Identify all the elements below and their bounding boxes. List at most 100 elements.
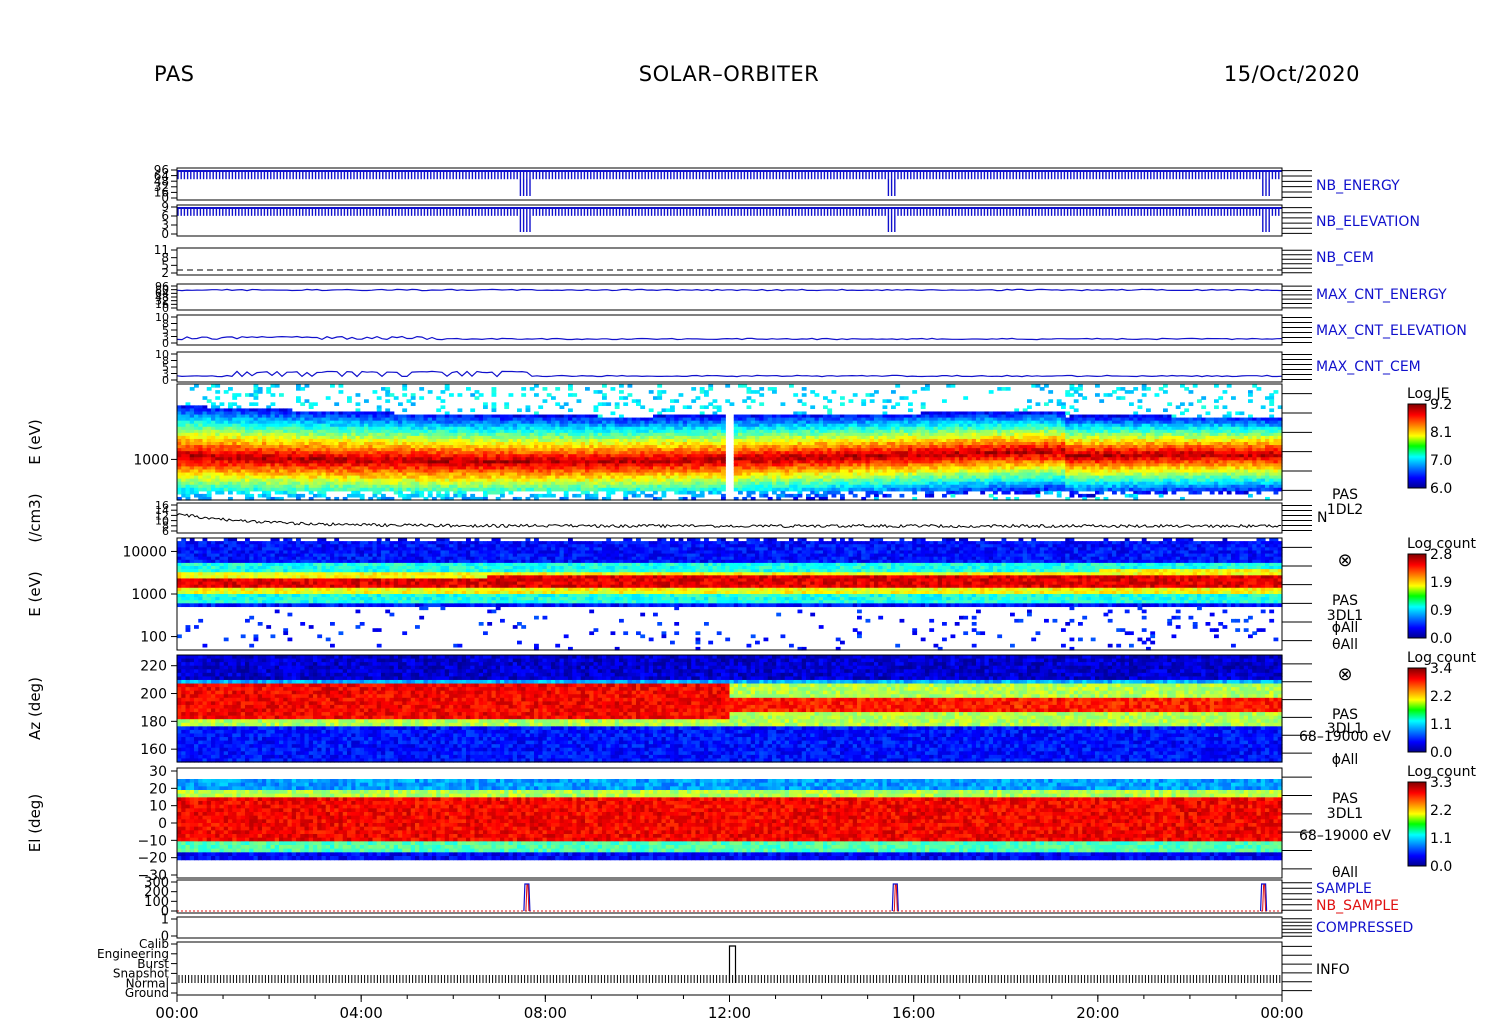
- heatmap-cell: [517, 408, 522, 413]
- heatmap-cell: [300, 402, 306, 406]
- heatmap-cell: [270, 384, 276, 388]
- heatmap-cell: [512, 487, 518, 492]
- heatmap-cell: [364, 399, 369, 403]
- heatmap-cell: [593, 408, 599, 413]
- heatmap-cell: [304, 399, 310, 403]
- heatmap-cell: [508, 393, 514, 397]
- heatmap-cell: [755, 487, 760, 492]
- heatmap-cell: [886, 399, 892, 403]
- heatmap-cell: [406, 487, 412, 492]
- heatmap-cell: [848, 399, 854, 403]
- heatmap-cell: [223, 487, 229, 492]
- heatmap-cell: [784, 493, 790, 498]
- heatmap-cell: [449, 487, 454, 492]
- heatmap-cell: [347, 493, 352, 498]
- heatmap-cell: [296, 487, 301, 492]
- heatmap-cell: [750, 490, 756, 495]
- heatmap-cell: [865, 493, 871, 498]
- heatmap-cell: [665, 408, 671, 413]
- heatmap-cell: [236, 393, 242, 397]
- heatmap-cell: [308, 490, 314, 495]
- summary-plot: Log JE9.28.17.06.0Log count2.81.90.90.0L…: [26, 163, 1476, 1020]
- heatmap-cell: [704, 393, 709, 397]
- heatmap-cell: [767, 487, 773, 492]
- heatmap-cell: [882, 493, 888, 498]
- heatmap-cell: [440, 399, 446, 403]
- heatmap-cell: [262, 493, 267, 498]
- heatmap-cell: [189, 490, 195, 495]
- heatmap-cell: [483, 405, 488, 410]
- heatmap-cell: [848, 490, 854, 495]
- heatmap-cell: [670, 408, 675, 413]
- heatmap-cell: [410, 493, 416, 498]
- heatmap-cell: [886, 493, 892, 498]
- heatmap-cell: [274, 384, 280, 388]
- heatmap-cell: [823, 396, 828, 400]
- heatmap-cell: [415, 493, 420, 498]
- heatmap-cell: [712, 399, 718, 403]
- heatmap-cell: [899, 493, 905, 498]
- heatmap-cell: [912, 390, 918, 394]
- heatmap-cell: [283, 490, 289, 495]
- heatmap-cell: [342, 487, 348, 492]
- heatmap-cell: [436, 493, 442, 498]
- heatmap-cell: [593, 390, 599, 394]
- heatmap-cell: [249, 393, 255, 397]
- heatmap-cell: [325, 396, 331, 400]
- heatmap-cell: [801, 387, 807, 391]
- heatmap-cell: [398, 402, 403, 406]
- heatmap-cell: [249, 487, 255, 492]
- heatmap-cell: [338, 384, 344, 388]
- heatmap-cell: [215, 490, 221, 495]
- heatmap-cell: [695, 493, 701, 498]
- heatmap-cell: [274, 490, 280, 495]
- heatmap-cell: [895, 402, 901, 406]
- heatmap-cell: [716, 408, 722, 413]
- heatmap-cell: [228, 387, 233, 391]
- heatmap-cell: [270, 402, 276, 406]
- heatmap-cell: [929, 493, 935, 498]
- heatmap-cell: [869, 490, 875, 495]
- heatmap-cell: [206, 399, 212, 403]
- heatmap-cell: [772, 390, 777, 394]
- heatmap-cell: [687, 405, 692, 410]
- heatmap-cell: [852, 493, 858, 498]
- heatmap-cell: [801, 393, 807, 397]
- heatmap-cell: [827, 490, 833, 495]
- heatmap-cell: [806, 487, 811, 492]
- heatmap-cell: [576, 493, 582, 498]
- heatmap-cell: [474, 487, 480, 492]
- heatmap-cell: [568, 487, 573, 492]
- heatmap-cell: [529, 493, 535, 498]
- heatmap-cell: [678, 393, 684, 397]
- heatmap-cell: [657, 487, 663, 492]
- heatmap-cell: [602, 396, 607, 400]
- heatmap-cell: [763, 493, 769, 498]
- heatmap-cell: [797, 493, 803, 498]
- heatmap-cell: [597, 487, 603, 492]
- heatmap-cell: [585, 387, 590, 391]
- heatmap-cell: [678, 490, 684, 495]
- heatmap-cell: [619, 396, 624, 400]
- heatmap-cell: [572, 393, 578, 397]
- heatmap-cell: [219, 490, 225, 495]
- heatmap-cell: [602, 402, 607, 406]
- heatmap-cell: [296, 387, 301, 391]
- heatmap-cell: [542, 487, 548, 492]
- heatmap-cell: [780, 402, 786, 406]
- heatmap-cell: [398, 493, 403, 498]
- heatmap-cell: [521, 387, 527, 391]
- heatmap-cell: [219, 402, 225, 406]
- heatmap-cell: [351, 493, 357, 498]
- heatmap-cell: [661, 408, 667, 413]
- heatmap-cell: [538, 405, 544, 410]
- heatmap-cell: [576, 487, 582, 492]
- heatmap-cell: [211, 384, 216, 388]
- heatmap-cell: [818, 487, 824, 492]
- heatmap-cell: [194, 384, 199, 388]
- heatmap-cell: [529, 387, 535, 391]
- heatmap-cell: [725, 384, 731, 388]
- heatmap-cell: [623, 402, 629, 406]
- heatmap-cell: [189, 387, 195, 391]
- heatmap-cell: [619, 384, 624, 388]
